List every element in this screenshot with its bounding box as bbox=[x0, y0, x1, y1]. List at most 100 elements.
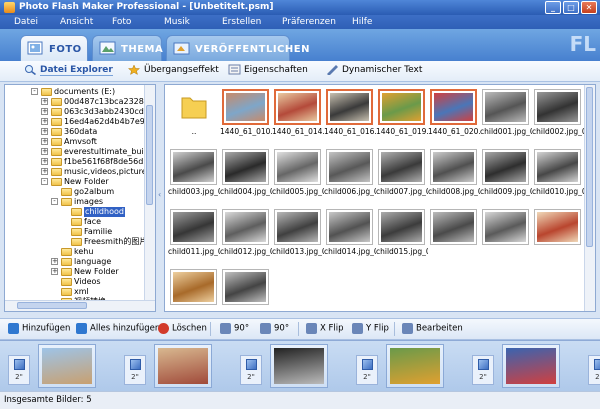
tree-item[interactable]: + f1be561f68f8de56d31c bbox=[5, 157, 155, 167]
expand-icon[interactable]: + bbox=[41, 108, 48, 115]
grid-vertical-scrollbar[interactable] bbox=[584, 85, 595, 311]
expand-icon[interactable]: + bbox=[51, 268, 58, 275]
tab-thema[interactable]: THEMA bbox=[92, 35, 163, 61]
storyboard-slide[interactable] bbox=[502, 344, 560, 388]
thumbnail-grid[interactable]: ..1440_61_010.jpg1440_61_014.jpg1440_61_… bbox=[164, 84, 596, 312]
storyboard-slide[interactable] bbox=[154, 344, 212, 388]
menu-praeferenzen[interactable]: Präferenzen bbox=[282, 17, 336, 27]
tree-item[interactable]: Freesmith的图片 bbox=[5, 237, 147, 247]
rotate-right-button[interactable]: 90° bbox=[260, 323, 289, 335]
expand-icon[interactable]: + bbox=[41, 158, 48, 165]
tree-item[interactable]: Familie bbox=[5, 227, 145, 237]
tree-item[interactable]: - documents (E:) bbox=[5, 87, 145, 97]
thumbnail-item[interactable]: child001.jpg_0... bbox=[480, 87, 532, 145]
expand-icon[interactable]: + bbox=[41, 138, 48, 145]
thumbnail-item[interactable]: child007.jpg_01... bbox=[376, 147, 428, 205]
parent-folder-item[interactable]: .. bbox=[168, 87, 219, 145]
folder-tree[interactable]: - documents (E:) +00d487c13bca23280 +063c3d… bbox=[4, 84, 156, 312]
tree-item[interactable]: + Amvsoft bbox=[5, 137, 145, 147]
menu-foto[interactable]: Foto bbox=[112, 17, 131, 27]
collapse-icon[interactable]: - bbox=[31, 88, 38, 95]
thumbnail-item[interactable]: child005.jpg_01... bbox=[272, 147, 324, 205]
thumbnail-item[interactable] bbox=[532, 207, 583, 265]
expand-icon[interactable]: + bbox=[41, 128, 48, 135]
delete-button[interactable]: Löschen bbox=[158, 323, 207, 335]
tree-item[interactable]: - New Folder bbox=[5, 177, 145, 187]
expand-icon[interactable]: + bbox=[51, 258, 58, 265]
tree-scroll-thumb[interactable] bbox=[146, 105, 153, 205]
storyboard-slide[interactable] bbox=[38, 344, 96, 388]
subtab-uebergangseffekt[interactable]: Übergangseffekt bbox=[128, 64, 219, 78]
menu-datei[interactable]: Datei bbox=[14, 17, 38, 27]
menu-musik[interactable]: Musik bbox=[164, 17, 190, 27]
flip-y-button[interactable]: Y Flip bbox=[352, 323, 389, 335]
menu-hilfe[interactable]: Hilfe bbox=[352, 17, 372, 27]
tree-hscroll-thumb[interactable] bbox=[17, 302, 87, 309]
thumbnail-item[interactable]: child010.jpg_01... bbox=[532, 147, 584, 205]
tree-item[interactable]: +16ed4a62d4b4b7e93a28e2b bbox=[5, 117, 155, 127]
menu-erstellen[interactable]: Erstellen bbox=[222, 17, 261, 27]
tree-item[interactable]: +00d487c13bca23280 bbox=[5, 97, 149, 107]
tree-item[interactable]: - images bbox=[5, 197, 145, 207]
add-all-button[interactable]: Alles hinzufügen bbox=[76, 323, 160, 335]
thumbnail-item[interactable]: child006.jpg_01... bbox=[324, 147, 376, 205]
transition-slot[interactable]: 2" bbox=[8, 355, 30, 385]
collapse-icon[interactable]: - bbox=[51, 198, 58, 205]
tree-vertical-scrollbar[interactable] bbox=[144, 85, 155, 311]
collapse-icon[interactable]: - bbox=[41, 178, 48, 185]
tree-item[interactable]: + New Folder bbox=[5, 267, 145, 277]
thumbnail-item[interactable] bbox=[168, 267, 219, 311]
tree-item[interactable]: Videos bbox=[5, 277, 145, 287]
tree-item[interactable]: + everestultimate_build_1996 bbox=[5, 147, 155, 157]
tree-item[interactable]: +063c3d3abb2430cdfe0cd bbox=[5, 107, 155, 117]
transition-slot[interactable]: 2" bbox=[472, 355, 494, 385]
rotate-left-button[interactable]: 90° bbox=[220, 323, 249, 335]
expand-icon[interactable]: + bbox=[41, 168, 48, 175]
thumbnail-item[interactable]: child002.jpg_01... bbox=[532, 87, 584, 145]
thumbnail-item[interactable]: child003.jpg_01... bbox=[168, 147, 220, 205]
thumbnail-item[interactable]: child013.jpg_01... bbox=[272, 207, 324, 265]
subtab-dynamischer-text[interactable]: Dynamischer Text bbox=[326, 64, 422, 78]
tree-item[interactable]: face bbox=[5, 217, 145, 227]
thumbnail-item[interactable] bbox=[220, 267, 271, 311]
grid-scroll-thumb[interactable] bbox=[586, 87, 593, 247]
tree-item[interactable]: kehu bbox=[5, 247, 145, 257]
thumbnail-item[interactable]: child011.jpg_01... bbox=[168, 207, 220, 265]
tree-item[interactable]: go2album bbox=[5, 187, 145, 197]
add-button[interactable]: Hinzufügen bbox=[8, 323, 70, 335]
transition-slot[interactable]: 2" bbox=[356, 355, 378, 385]
minimize-button[interactable]: _ bbox=[545, 1, 561, 14]
thumbnail-item[interactable]: child009.jpg_01... bbox=[480, 147, 532, 205]
expand-icon[interactable]: + bbox=[41, 148, 48, 155]
thumbnail-item[interactable]: 1440_61_016.jpg bbox=[324, 87, 376, 145]
expand-icon[interactable]: + bbox=[41, 98, 48, 105]
subtab-eigenschaften[interactable]: Eigenschaften bbox=[228, 64, 308, 78]
tree-horizontal-scrollbar[interactable] bbox=[5, 300, 155, 311]
flip-x-button[interactable]: X Flip bbox=[306, 323, 344, 335]
storyboard-slide[interactable] bbox=[270, 344, 328, 388]
tree-item[interactable]: childhood bbox=[5, 207, 145, 217]
expand-icon[interactable]: + bbox=[41, 118, 48, 125]
tab-veroeffentlichen[interactable]: VERÖFFENTLICHEN bbox=[166, 35, 309, 61]
tab-foto[interactable]: FOTO bbox=[20, 35, 88, 61]
thumbnail-item[interactable]: 1440_61_014.jpg bbox=[272, 87, 324, 145]
storyboard-slide[interactable] bbox=[386, 344, 444, 388]
thumbnail-item[interactable] bbox=[480, 207, 531, 265]
thumbnail-item[interactable]: child012.jpg_01... bbox=[220, 207, 272, 265]
thumbnail-item[interactable]: 1440_61_020.jpg bbox=[428, 87, 480, 145]
thumbnail-item[interactable]: child015.jpg_01... bbox=[376, 207, 428, 265]
transition-slot[interactable]: 2" bbox=[588, 355, 600, 385]
menu-ansicht[interactable]: Ansicht bbox=[60, 17, 93, 27]
tree-item[interactable]: xml bbox=[5, 287, 145, 297]
thumbnail-item[interactable]: 1440_61_010.jpg bbox=[220, 87, 272, 145]
thumbnail-item[interactable] bbox=[428, 207, 479, 265]
thumbnail-item[interactable]: child004.jpg_01... bbox=[220, 147, 272, 205]
thumbnail-item[interactable]: child014.jpg_01... bbox=[324, 207, 376, 265]
storyboard[interactable]: 2" 2" 2" 2" 2" 2" bbox=[0, 340, 600, 391]
tree-item[interactable]: + language bbox=[5, 257, 145, 267]
maximize-button[interactable]: □ bbox=[563, 1, 579, 14]
close-button[interactable]: ✕ bbox=[581, 1, 597, 14]
transition-slot[interactable]: 2" bbox=[240, 355, 262, 385]
edit-button[interactable]: Bearbeiten bbox=[402, 323, 463, 335]
transition-slot[interactable]: 2" bbox=[124, 355, 146, 385]
